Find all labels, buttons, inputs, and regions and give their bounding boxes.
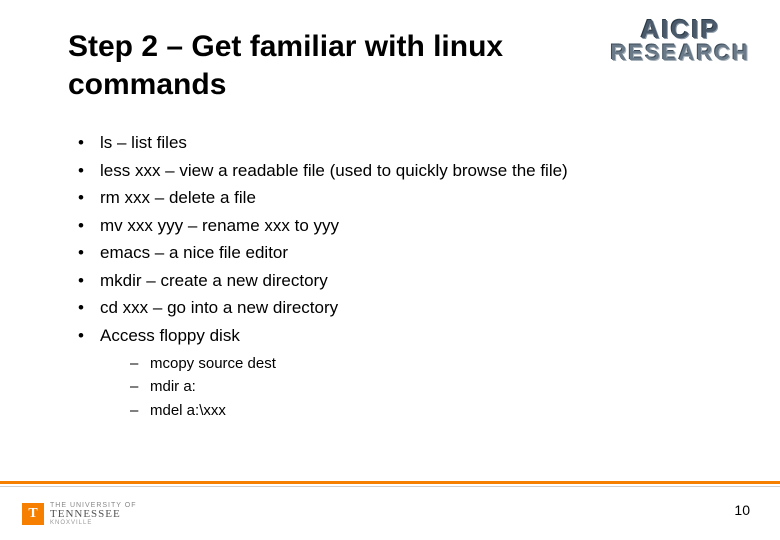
page-number: 10 [734, 502, 750, 518]
bullet-list: ls – list files less xxx – view a readab… [76, 130, 716, 422]
list-item: ls – list files [76, 130, 716, 156]
list-item: cd xxx – go into a new directory [76, 295, 716, 321]
footer-divider [0, 481, 780, 484]
logo-line1: AICIP [611, 16, 750, 42]
sub-list-item: mdel a:\xxx [130, 399, 716, 422]
list-item: less xxx – view a readable file (used to… [76, 158, 716, 184]
slide-title: Step 2 – Get familiar with linux command… [68, 28, 588, 103]
list-item: Access floppy disk mcopy source dest mdi… [76, 323, 716, 422]
ut-mark-icon: T [22, 503, 44, 525]
logo-line2: RESEARCH [611, 42, 750, 64]
ut-logo-text: THE UNIVERSITY OF TENNESSEE KNOXVILLE [50, 502, 137, 526]
sub-bullet-list: mcopy source dest mdir a: mdel a:\xxx [130, 352, 716, 422]
sub-list-item: mdir a: [130, 375, 716, 398]
ut-logo: T THE UNIVERSITY OF TENNESSEE KNOXVILLE [22, 502, 137, 526]
footer-divider-thin [0, 486, 780, 487]
slide: AICIP RESEARCH Step 2 – Get familiar wit… [0, 0, 780, 540]
list-item: mv xxx yyy – rename xxx to yyy [76, 213, 716, 239]
ut-line3: KNOXVILLE [50, 520, 137, 526]
aicip-logo: AICIP RESEARCH [611, 16, 750, 64]
slide-content: ls – list files less xxx – view a readab… [76, 130, 716, 424]
list-item: mkdir – create a new directory [76, 268, 716, 294]
list-item: emacs – a nice file editor [76, 240, 716, 266]
sub-list-item: mcopy source dest [130, 352, 716, 375]
list-item: rm xxx – delete a file [76, 185, 716, 211]
ut-line2: TENNESSEE [50, 509, 137, 520]
list-item-label: Access floppy disk [100, 326, 240, 345]
